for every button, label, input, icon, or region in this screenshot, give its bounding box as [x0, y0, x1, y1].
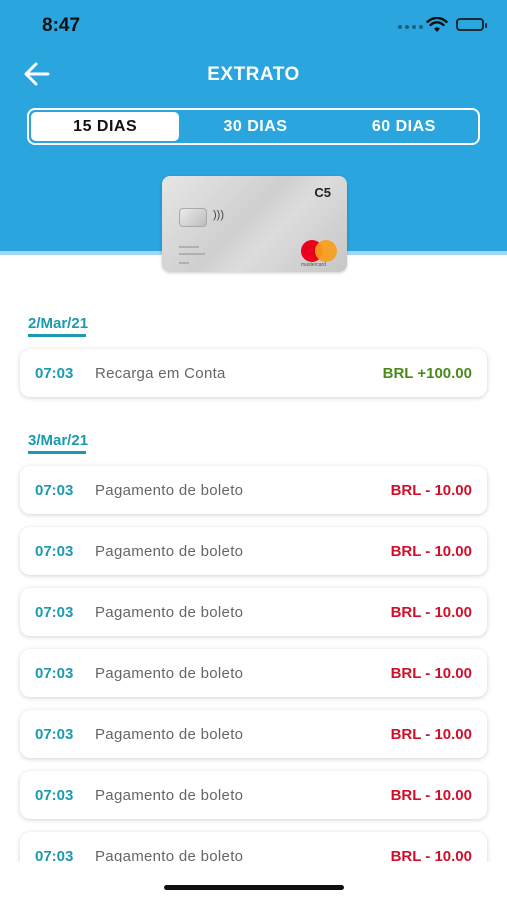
status-time: 8:47 — [42, 15, 81, 36]
transaction-time: 07:03 — [35, 364, 74, 382]
transaction-description: Pagamento de boleto — [95, 603, 244, 621]
transaction-description: Pagamento de boleto — [95, 786, 244, 804]
transaction-amount: BRL - 10.00 — [390, 603, 472, 621]
battery-icon — [456, 18, 487, 31]
transaction-time: 07:03 — [35, 725, 74, 743]
tab-60-dias[interactable]: 60 DIAS — [330, 110, 478, 143]
transaction-time: 07:03 — [35, 481, 74, 499]
cellular-signal-icon — [398, 25, 423, 29]
page-title: EXTRATO — [207, 64, 300, 85]
transaction-amount: BRL - 10.00 — [390, 481, 472, 499]
status-bar: 8:47 — [0, 0, 507, 52]
transaction-description: Pagamento de boleto — [95, 542, 244, 560]
transaction-description: Pagamento de boleto — [95, 481, 244, 499]
mastercard-logo-icon — [301, 240, 341, 264]
transaction-row[interactable]: 07:03 Pagamento de boleto BRL - 10.00 — [20, 771, 487, 819]
card-brand-label: C5 — [314, 185, 331, 200]
home-indicator[interactable] — [164, 885, 344, 890]
transaction-amount: BRL - 10.00 — [390, 725, 472, 743]
date-underline — [28, 451, 86, 454]
transaction-time: 07:03 — [35, 786, 74, 804]
wifi-icon — [426, 17, 448, 32]
transaction-amount: BRL - 10.00 — [390, 786, 472, 804]
date-header: 3/Mar/21 — [28, 432, 89, 449]
transaction-row[interactable]: 07:03 Pagamento de boleto BRL - 10.00 — [20, 527, 487, 575]
contactless-icon: ))) — [213, 209, 224, 221]
period-selector: 15 DIAS 30 DIAS 60 DIAS — [27, 108, 480, 145]
transaction-row[interactable]: 07:03 Pagamento de boleto BRL - 10.00 — [20, 710, 487, 758]
transaction-time: 07:03 — [35, 664, 74, 682]
transaction-description: Pagamento de boleto — [95, 725, 244, 743]
tab-30-dias[interactable]: 30 DIAS — [181, 110, 329, 143]
tab-15-dias[interactable]: 15 DIAS — [31, 112, 180, 141]
transaction-row[interactable]: 07:03 Pagamento de boleto BRL - 10.00 — [20, 466, 487, 514]
transaction-description: Pagamento de boleto — [95, 664, 244, 682]
transaction-amount: BRL +100.00 — [382, 364, 472, 382]
date-header: 2/Mar/21 — [28, 315, 89, 332]
transaction-time: 07:03 — [35, 542, 74, 560]
transaction-description: Recarga em Conta — [95, 364, 226, 382]
card-network-label: mastercard — [301, 262, 327, 268]
transaction-amount: BRL - 10.00 — [390, 664, 472, 682]
transaction-row[interactable]: 07:03 Pagamento de boleto BRL - 10.00 — [20, 649, 487, 697]
bottom-safe-area — [0, 862, 507, 900]
transaction-row[interactable]: 07:03 Recarga em Conta BRL +100.00 — [20, 349, 487, 397]
transaction-amount: BRL - 10.00 — [390, 542, 472, 560]
card-chip-icon — [179, 208, 207, 227]
payment-card-image: C5 ))) mastercard — [162, 176, 347, 272]
transaction-time: 07:03 — [35, 603, 74, 621]
transaction-row[interactable]: 07:03 Pagamento de boleto BRL - 10.00 — [20, 588, 487, 636]
date-underline — [28, 334, 86, 337]
